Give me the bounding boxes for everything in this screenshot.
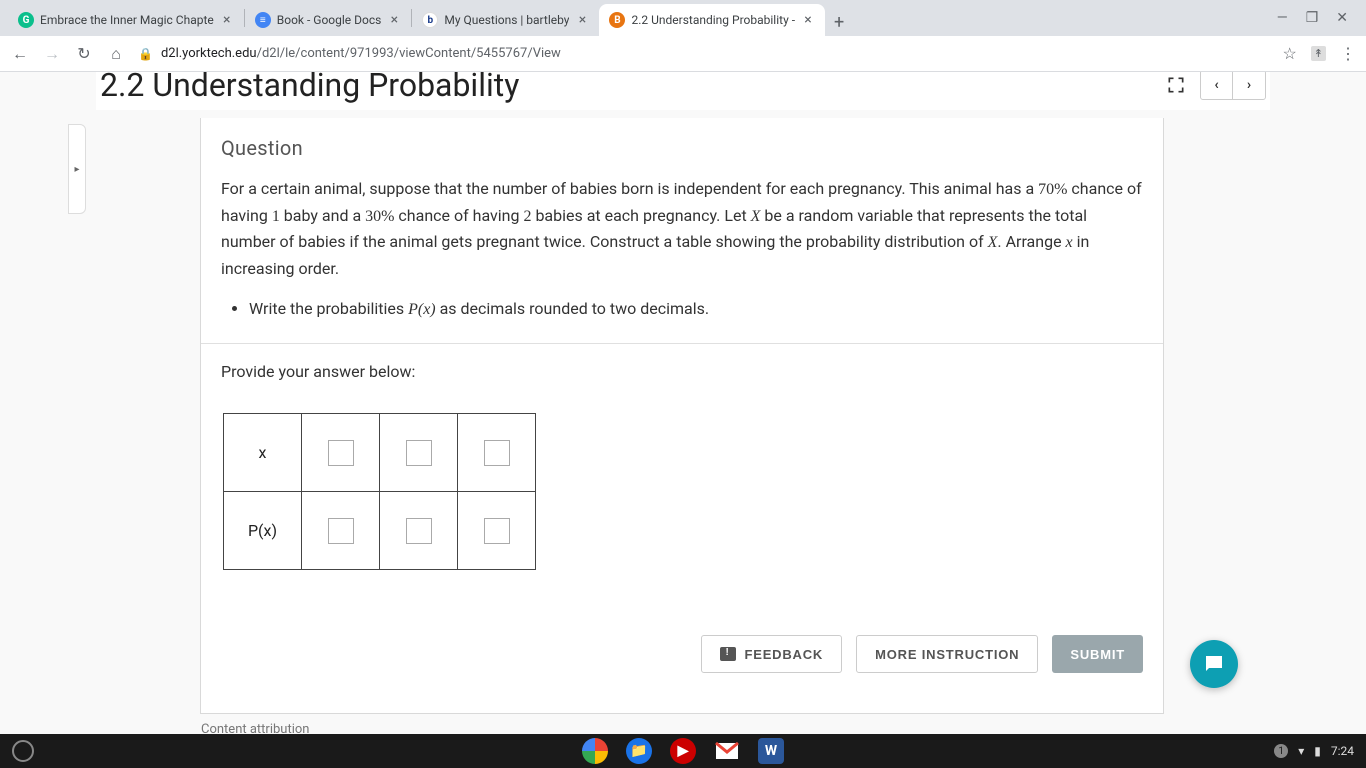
browser-toolbar: ← → ↻ ⌂ 🔒 d2l.yorktech.edu/d2l/le/conten… xyxy=(0,36,1366,72)
content-topbar: 2.2 Understanding Probability ‹ › xyxy=(96,72,1270,110)
feedback-icon xyxy=(720,647,736,661)
minimize-icon[interactable]: — xyxy=(1277,10,1288,26)
url-path: /d2l/le/content/971993/viewContent/54557… xyxy=(257,46,561,61)
tab-title: Embrace the Inner Magic Chapte xyxy=(40,13,214,27)
favicon-d2l: B xyxy=(609,12,625,28)
new-tab-button[interactable]: + xyxy=(825,8,853,36)
chat-fab[interactable] xyxy=(1190,640,1238,688)
pager: ‹ › xyxy=(1200,72,1266,100)
page-title: 2.2 Understanding Probability xyxy=(100,72,519,104)
youtube-app-icon[interactable]: ▶ xyxy=(670,738,696,764)
system-tray[interactable]: 1 ▾ ▮ 7:24 xyxy=(1274,744,1354,758)
clock: 7:24 xyxy=(1331,744,1354,758)
menu-icon[interactable]: ⋮ xyxy=(1340,44,1356,63)
close-icon[interactable]: × xyxy=(801,13,815,27)
tab-title: My Questions | bartleby xyxy=(444,13,569,27)
restore-icon[interactable]: ❐ xyxy=(1306,10,1319,26)
notification-badge[interactable]: 1 xyxy=(1274,744,1288,758)
window-controls: — ❐ ✕ xyxy=(1277,10,1358,26)
wifi-icon: ▾ xyxy=(1298,744,1304,758)
home-button[interactable]: ⌂ xyxy=(106,44,126,64)
input-px-3[interactable] xyxy=(484,518,510,544)
fullscreen-icon[interactable] xyxy=(1166,75,1186,95)
input-px-2[interactable] xyxy=(406,518,432,544)
more-instruction-button[interactable]: MORE INSTRUCTION xyxy=(856,635,1038,673)
tab-title: Book - Google Docs xyxy=(277,13,382,27)
close-window-icon[interactable]: ✕ xyxy=(1336,10,1348,26)
files-app-icon[interactable]: 📁 xyxy=(626,738,652,764)
word-app-icon[interactable]: W xyxy=(758,738,784,764)
answer-table: x P(x) xyxy=(223,413,536,570)
input-px-1[interactable] xyxy=(328,518,354,544)
favicon-bartleby: b xyxy=(422,12,438,28)
answer-prompt: Provide your answer below: xyxy=(201,344,1163,399)
back-button[interactable]: ← xyxy=(10,44,30,64)
os-taskbar: 📁 ▶ W 1 ▾ ▮ 7:24 xyxy=(0,734,1366,768)
feedback-button[interactable]: FEEDBACK xyxy=(701,635,842,673)
input-x-3[interactable] xyxy=(484,440,510,466)
question-heading: Question xyxy=(221,136,1143,160)
close-icon[interactable]: × xyxy=(220,13,234,27)
gmail-app-icon[interactable] xyxy=(714,738,740,764)
sidebar-expand-tab[interactable] xyxy=(68,124,86,214)
question-text: For a certain animal, suppose that the n… xyxy=(221,176,1143,281)
row-header-px: P(x) xyxy=(224,492,302,570)
page-viewport: 2.2 Understanding Probability ‹ › Questi… xyxy=(0,72,1366,734)
question-bullet: Write the probabilities P(x) as decimals… xyxy=(249,299,1143,319)
favicon-grammarly: G xyxy=(18,12,34,28)
battery-icon: ▮ xyxy=(1314,744,1321,758)
reload-button[interactable]: ↻ xyxy=(74,44,94,63)
extension-icon[interactable]: ↟ xyxy=(1311,46,1326,61)
browser-tab[interactable]: b My Questions | bartleby × xyxy=(412,4,599,36)
chrome-app-icon[interactable] xyxy=(582,738,608,764)
browser-tab[interactable]: G Embrace the Inner Magic Chapte × xyxy=(8,4,244,36)
favicon-docs: ≡ xyxy=(255,12,271,28)
row-header-x: x xyxy=(224,414,302,492)
tab-title: 2.2 Understanding Probability - xyxy=(631,13,795,27)
input-x-2[interactable] xyxy=(406,440,432,466)
launcher-button[interactable] xyxy=(12,740,34,762)
forward-button[interactable]: → xyxy=(42,44,62,64)
bookmark-star-icon[interactable]: ☆ xyxy=(1282,44,1296,63)
question-card: Question For a certain animal, suppose t… xyxy=(200,118,1164,714)
chat-icon xyxy=(1202,652,1226,676)
browser-tab-active[interactable]: B 2.2 Understanding Probability - × xyxy=(599,4,825,36)
pager-next[interactable]: › xyxy=(1233,72,1265,99)
submit-button[interactable]: SUBMIT xyxy=(1052,635,1143,673)
content-attribution-link[interactable]: Content attribution xyxy=(201,722,309,734)
browser-tab-strip: G Embrace the Inner Magic Chapte × ≡ Boo… xyxy=(0,0,1366,36)
pager-prev[interactable]: ‹ xyxy=(1201,72,1233,99)
input-x-1[interactable] xyxy=(328,440,354,466)
table-row: P(x) xyxy=(224,492,536,570)
browser-tab[interactable]: ≡ Book - Google Docs × xyxy=(245,4,412,36)
action-row: FEEDBACK MORE INSTRUCTION SUBMIT xyxy=(701,635,1143,673)
taskbar-apps: 📁 ▶ W xyxy=(582,738,784,764)
close-icon[interactable]: × xyxy=(575,13,589,27)
lock-icon: 🔒 xyxy=(138,47,153,61)
table-row: x xyxy=(224,414,536,492)
address-bar[interactable]: 🔒 d2l.yorktech.edu/d2l/le/content/971993… xyxy=(138,46,1270,61)
close-icon[interactable]: × xyxy=(387,13,401,27)
question-bullet-list: Write the probabilities P(x) as decimals… xyxy=(249,299,1143,319)
url-domain: d2l.yorktech.edu xyxy=(161,46,257,61)
